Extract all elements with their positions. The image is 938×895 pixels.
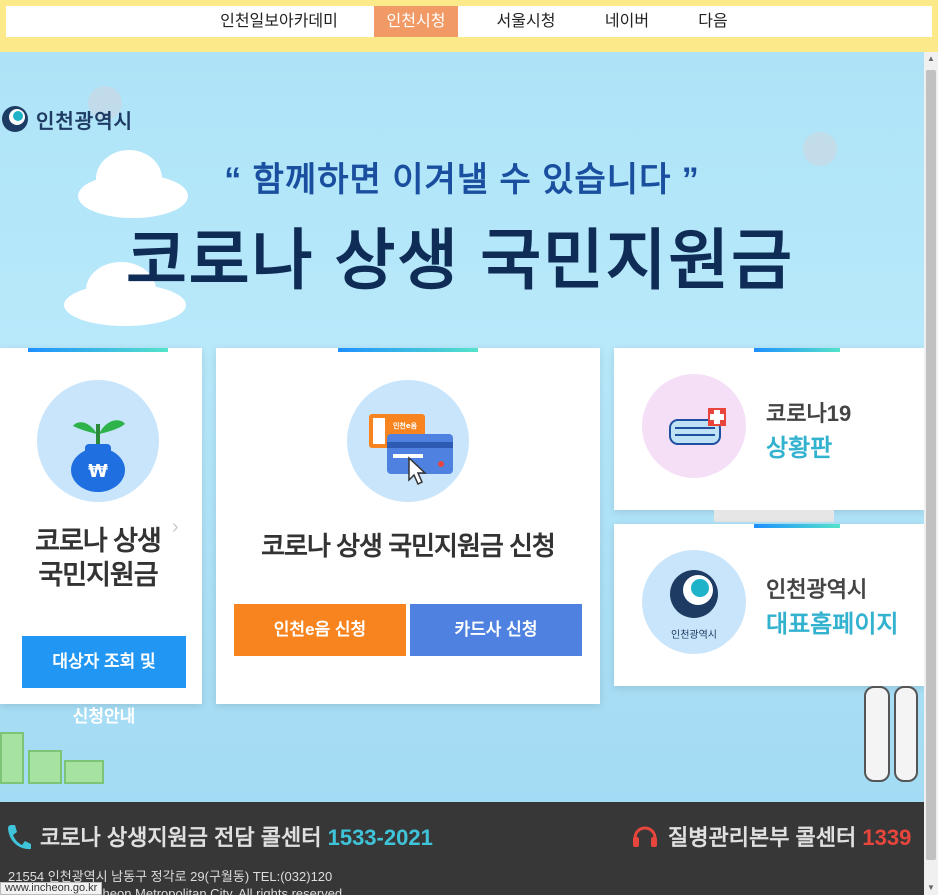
- tab-seoul-city-hall[interactable]: 서울시청: [484, 6, 568, 37]
- tab-incheon-city-hall[interactable]: 인천시청: [374, 6, 458, 37]
- tab-incheon-ilbo-academy[interactable]: 인천일보아카데미: [204, 6, 354, 37]
- chevron-right-icon[interactable]: ›: [172, 516, 179, 539]
- footer-copyright: cheon Metropolitan City. All rights rese…: [96, 886, 346, 895]
- hero-title: 코로나 상생 국민지원금: [126, 223, 794, 297]
- svg-text:₩: ₩: [88, 461, 108, 482]
- bookmark-tabs: 인천일보아카데미 인천시청 서울시청 네이버 다음: [6, 6, 932, 37]
- coin-bag-sprout-icon: ₩: [71, 420, 125, 492]
- covid-status-line2: 상황판: [766, 435, 833, 462]
- mask-plus-icon: [669, 408, 726, 445]
- callcenter-number[interactable]: 1533-2021: [328, 825, 433, 850]
- homepage-line1: 인천광역시: [766, 577, 868, 602]
- status-url: www.incheon.go.kr: [0, 882, 103, 895]
- incheon-emblem-icon: [2, 106, 28, 132]
- icon-circle: ₩: [37, 380, 159, 502]
- scroll-down-arrow-icon[interactable]: ▼: [926, 883, 936, 893]
- icon-circle: 인천e음: [347, 380, 469, 502]
- kcdc-number[interactable]: 1339: [862, 825, 911, 850]
- card-title: 코로나 상생 국민지원금: [0, 524, 196, 592]
- tab-daum[interactable]: 다음: [688, 6, 738, 37]
- card-title: 코로나 상생 국민지원금 신청: [261, 531, 556, 561]
- headset-icon: [633, 826, 657, 847]
- bookmark-bar-inner: 인천일보아카데미 인천시청 서울시청 네이버 다음: [6, 6, 932, 37]
- card-covid-status[interactable]: 코로나19 상황판: [614, 348, 924, 510]
- callcenter-label: 코로나 상생지원금 전담 콜센터: [40, 825, 322, 850]
- kcdc-callcenter: 질병관리본부 콜센터 1339: [668, 820, 911, 852]
- card-title-line2: 국민지원금: [38, 560, 158, 590]
- kcdc-label: 질병관리본부 콜센터: [668, 825, 857, 850]
- card-accent-bar: [28, 348, 168, 352]
- covid-status-line1: 코로나19: [766, 401, 852, 426]
- footer: 코로나 상생지원금 전담 콜센터 1533-2021 질병관리본부 콜센터 13…: [0, 802, 924, 895]
- card-accent-bar: [754, 348, 840, 352]
- logo-text: 인천광역시: [36, 110, 133, 133]
- tab-naver[interactable]: 네이버: [594, 6, 660, 37]
- card-company-apply-button[interactable]: 카드사 신청: [410, 604, 582, 656]
- card-accent-bar: [338, 348, 478, 352]
- card-incheon-homepage[interactable]: 인천광역시 인천광역시 대표홈페이지: [614, 524, 924, 686]
- incheon-eum-apply-button[interactable]: 인천e음 신청: [234, 604, 406, 656]
- person-illustration: [858, 686, 924, 798]
- card-small-label: 인천e음: [393, 421, 418, 430]
- card-national-support: ₩ 코로나 상생 국민지원금 › 대상자 조회 및: [0, 348, 202, 704]
- incheon-emblem-icon: 인천광역시: [670, 570, 718, 641]
- card-apply: 인천e음 코로나 상생 국민지원금 신청 인천e음 신청 카드사 신청: [216, 348, 600, 704]
- main-page: 인천광역시 “ 함께하면 이겨낼 수 있습니다 ” 코로나 상생 국민지원금 ₩…: [0, 52, 924, 895]
- button-overflow-text: 신청안내: [72, 707, 136, 726]
- building-illustration: [0, 732, 104, 784]
- homepage-line2: 대표홈페이지: [766, 611, 899, 638]
- vertical-scrollbar[interactable]: ▲ ▼: [924, 52, 938, 895]
- bookmark-bar: 인천일보아카데미 인천시청 서울시청 네이버 다음: [0, 0, 938, 52]
- icon-circle: 인천광역시: [642, 550, 746, 654]
- phone-icon: [8, 825, 31, 850]
- card-accent-bar: [754, 524, 840, 528]
- card-title-line1: 코로나 상생: [35, 526, 162, 556]
- emblem-label: 인천광역시: [671, 629, 717, 641]
- covid-callcenter: 코로나 상생지원금 전담 콜센터 1533-2021: [40, 820, 433, 852]
- hero-subtitle: “ 함께하면 이겨낼 수 있습니다 ”: [224, 161, 700, 199]
- scrollbar-thumb[interactable]: [926, 70, 936, 860]
- card-pointer-icon: 인천e음: [369, 414, 453, 486]
- card-tab-connector: [714, 510, 834, 522]
- icon-circle: [642, 374, 746, 478]
- eligibility-check-button[interactable]: 대상자 조회 및: [22, 636, 186, 688]
- incheon-logo[interactable]: 인천광역시: [0, 104, 133, 134]
- scroll-up-arrow-icon[interactable]: ▲: [926, 54, 936, 64]
